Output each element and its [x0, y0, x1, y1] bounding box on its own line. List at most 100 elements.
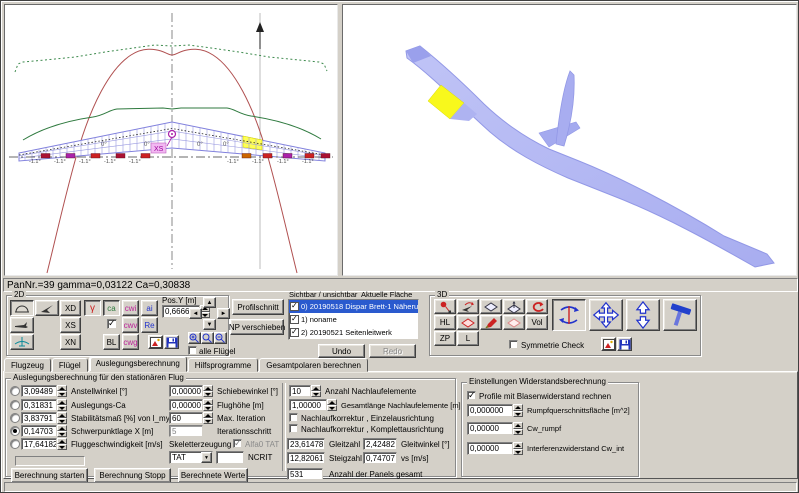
anstellwinkel-spinner[interactable] [57, 385, 67, 397]
redo-button[interactable]: Redo [369, 344, 416, 358]
schiebewinkel-input[interactable]: 0,00000 [169, 385, 203, 397]
panel-normal-button[interactable] [503, 299, 525, 314]
visibility-checkbox[interactable] [290, 328, 299, 337]
view-top-button[interactable] [35, 300, 59, 316]
panel-flat-button[interactable] [480, 299, 502, 314]
xs-button[interactable]: XS [60, 317, 81, 333]
hl-button[interactable]: HL [434, 315, 456, 330]
np-verschieben-button[interactable]: NP verschieben [230, 319, 284, 335]
cw-rumpf-input[interactable]: 0,00000 [467, 422, 513, 435]
radio-schwerpunktlage[interactable] [10, 426, 20, 436]
cwv-curve-button[interactable]: cwv [122, 317, 139, 333]
radio-stabilitaetsmass[interactable] [10, 413, 20, 423]
skelett-combo-arrow[interactable]: ▼ [201, 452, 212, 463]
pin-point-button[interactable] [434, 299, 456, 314]
rumpfquerschnitt-input[interactable]: 0,000000 [467, 404, 513, 417]
surface-list-item[interactable]: 0) 20190518 Dispar Brett-1 Näherung5 2.5… [289, 300, 418, 313]
visibility-checkbox[interactable] [290, 302, 299, 311]
rotate-mode-button[interactable] [552, 299, 586, 331]
berechnete-werte-button[interactable]: Berechnete Werte [178, 468, 248, 483]
cw-int-input[interactable]: 0,00000 [467, 442, 513, 455]
tab-auslegungsberechnung[interactable]: Auslegungsberechnung [89, 356, 187, 372]
undo-button[interactable]: Undo [318, 344, 365, 358]
fluggeschwindigkeit-spinner[interactable] [57, 438, 67, 450]
ai-curve-button[interactable]: ai [141, 300, 158, 316]
re-curve-button[interactable]: Re [141, 317, 158, 333]
berechnung-stopp-button[interactable]: Berechnung Stopp [94, 468, 171, 483]
surface-list-item[interactable]: 2) 20190521 Seitenleitwerk [289, 326, 418, 339]
copy-image-button-3d[interactable] [601, 337, 616, 351]
zoom-in-button[interactable] [188, 332, 201, 344]
rumpfquerschnitt-spinner[interactable] [513, 404, 523, 417]
alfa0-tat-checkbox[interactable] [233, 439, 242, 448]
stabilitaetsmass-spinner[interactable] [57, 412, 67, 424]
view-front-button[interactable] [10, 300, 34, 316]
auslegungs-ca-input[interactable]: 0,31831 [21, 399, 57, 411]
save-button-3d[interactable] [617, 337, 632, 351]
2d-view-panel[interactable]: XS 0°0°0°0°-1.1°-1.1°-1.1°-1.1°-1.1°-1.1… [4, 4, 338, 276]
pan-up-button[interactable]: ▲ [203, 297, 216, 308]
flughoehe-spinner[interactable] [203, 399, 213, 411]
surface-listbox[interactable]: 0) 20190518 Dispar Brett-1 Näherung5 2.5… [288, 299, 419, 340]
anstellwinkel-input[interactable]: 3,09489 [21, 385, 57, 397]
view-iso-button[interactable] [10, 334, 34, 350]
anzahl-nachlauf-input[interactable]: 10 [289, 385, 311, 397]
3d-view-panel[interactable] [342, 4, 797, 276]
ca-option-checkbox[interactable] [107, 319, 117, 329]
tab-flugzeug[interactable]: Flugzeug [4, 358, 51, 372]
reset-view-button[interactable] [526, 299, 548, 314]
pan-down-button[interactable]: ▼ [203, 319, 216, 330]
gamma-curve-button[interactable]: γ [84, 300, 101, 316]
xd-button[interactable]: XD [60, 300, 81, 316]
max-iteration-spinner[interactable] [203, 412, 213, 424]
pen-edit-button[interactable] [480, 315, 502, 330]
pan-left-button[interactable]: ◄ [189, 308, 202, 319]
l-button[interactable]: L [457, 331, 479, 346]
schwerpunktlage-spinner[interactable] [57, 425, 67, 437]
profilschnitt-button[interactable]: Profilschnitt [232, 299, 284, 315]
move-mode-button[interactable] [589, 299, 623, 331]
radio-auslegungs-ca[interactable] [10, 400, 20, 410]
plane-rotate-button[interactable] [457, 299, 479, 314]
radio-fluggeschwindigkeit[interactable] [10, 439, 20, 449]
copy-image-button-2d[interactable] [148, 335, 163, 349]
ncrit-input[interactable] [216, 451, 244, 464]
bl-button[interactable]: BL [103, 334, 120, 350]
visibility-checkbox[interactable] [290, 315, 299, 324]
berechnung-starten-button[interactable]: Berechnung starten [11, 468, 88, 483]
tab-gesamtpolaren[interactable]: Gesamtpolaren berechnen [259, 358, 368, 372]
auslegungs-ca-spinner[interactable] [57, 399, 67, 411]
fluggeschwindigkeit-input[interactable]: 17,64182 [21, 438, 57, 450]
pan-right-button[interactable]: ► [217, 308, 230, 319]
schiebewinkel-spinner[interactable] [203, 385, 213, 397]
ca-curve-button[interactable]: ca [103, 300, 120, 316]
cw-rumpf-spinner[interactable] [513, 422, 523, 435]
stabilitaetsmass-input[interactable]: 3,83791 [21, 412, 57, 424]
gesamtlaenge-input[interactable]: 1,00000 [289, 399, 327, 411]
cwi-curve-button[interactable]: cwi [122, 300, 139, 316]
blasenwiderstand-checkbox[interactable] [467, 391, 476, 400]
anzahl-nachlauf-spinner[interactable] [311, 385, 321, 397]
schwerpunktlage-input[interactable]: 0,14703 [21, 425, 57, 437]
view-side-button[interactable] [10, 317, 34, 333]
nachlauf-komplett-checkbox[interactable] [289, 424, 298, 433]
cwg-curve-button[interactable]: cwg [122, 334, 139, 350]
zp-button[interactable]: ZP [434, 331, 456, 346]
zoom-fit-button[interactable] [201, 332, 214, 344]
surface-list-item[interactable]: 1) noname [289, 313, 418, 326]
alle-fluegel-checkbox[interactable] [188, 346, 197, 355]
gesamtlaenge-spinner[interactable] [327, 399, 337, 411]
max-iteration-input[interactable]: 60 [169, 412, 203, 424]
build-mode-button[interactable] [663, 299, 697, 331]
zoom-mode-button[interactable] [626, 299, 660, 331]
cw-int-spinner[interactable] [513, 442, 523, 455]
tab-hilfsprogramme[interactable]: Hilfsprogramme [188, 358, 258, 372]
pink-panel-button[interactable] [503, 315, 525, 330]
flughoehe-input[interactable]: 0,00000 [169, 399, 203, 411]
radio-anstellwinkel[interactable] [10, 386, 20, 396]
zoom-out-button[interactable] [214, 332, 227, 344]
save-button-2d[interactable] [164, 335, 179, 349]
tab-fluegel[interactable]: Flügel [52, 358, 88, 372]
nachlauf-einzel-checkbox[interactable] [289, 413, 298, 422]
red-panel-button[interactable] [457, 315, 479, 330]
